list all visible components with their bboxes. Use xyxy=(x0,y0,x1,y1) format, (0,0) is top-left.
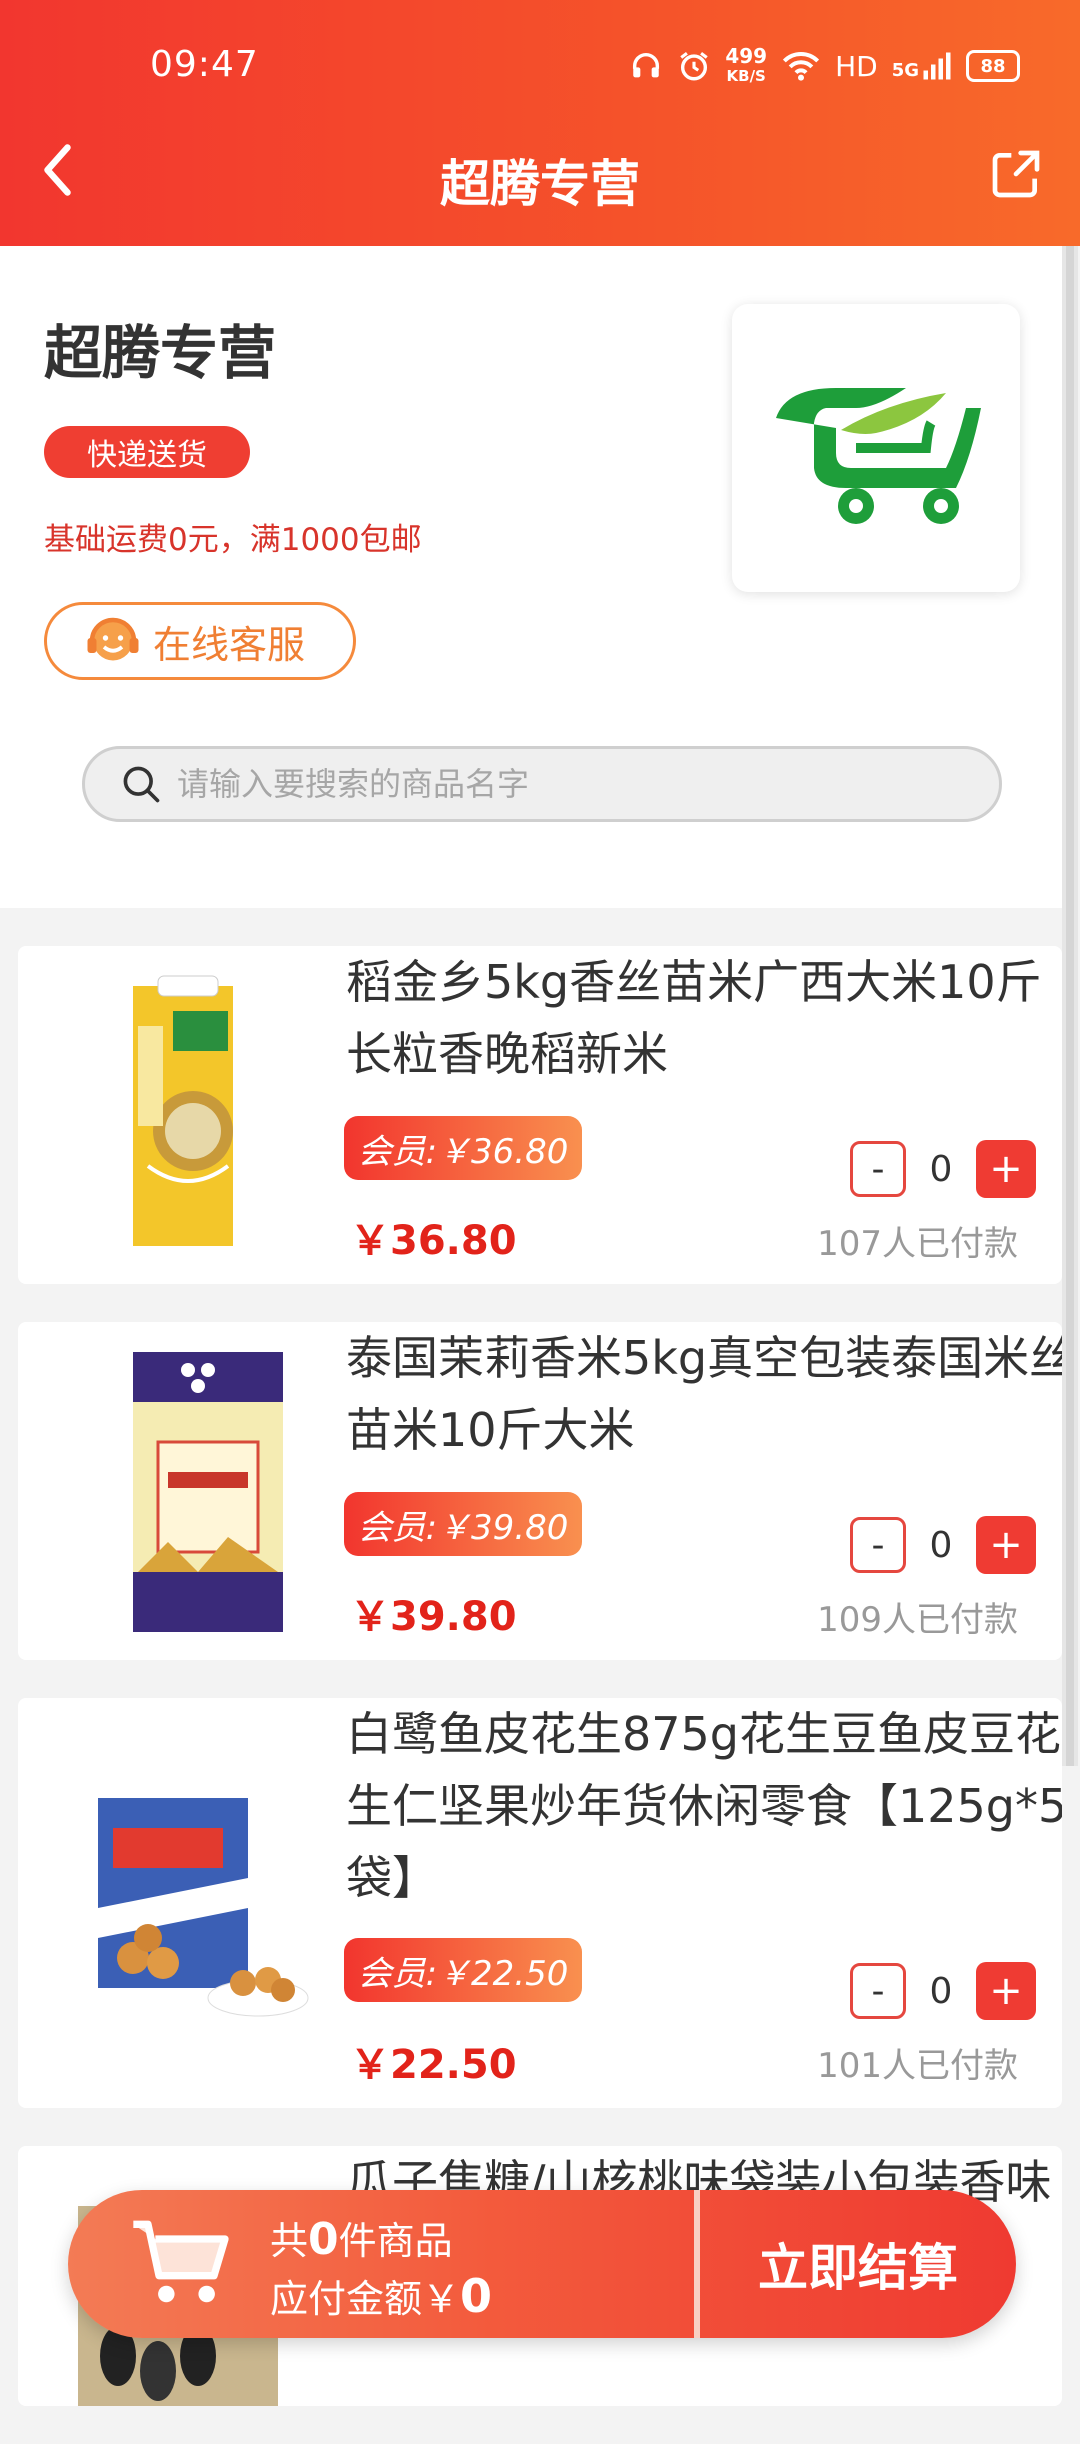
app-header: 09:47 499 KB/S HD 5G 88 超腾专营 xyxy=(0,0,1080,246)
checkout-button[interactable]: 立即结算 xyxy=(700,2190,1016,2338)
net-speed-value: 499 xyxy=(725,44,768,68)
status-icons: 499 KB/S HD 5G 88 xyxy=(629,46,1020,86)
signal-icon xyxy=(923,52,951,80)
product-card[interactable]: 泰国茉莉香米5kg真空包装泰国米丝苗米10斤大米 会员:￥39.80 ￥39.8… xyxy=(18,1322,1062,1660)
cart-count-value: 0 xyxy=(308,2214,339,2265)
net-speed: 499 KB/S xyxy=(725,46,767,86)
page-title: 超腾专营 xyxy=(440,155,640,213)
paid-count: 101人已付款 xyxy=(817,2046,1018,2086)
cart-amount: 应付金额￥0 xyxy=(270,2268,492,2323)
product-image-rice-bag[interactable] xyxy=(58,966,318,1266)
cart-count-suffix: 件商品 xyxy=(338,2219,453,2263)
battery-indicator: 88 xyxy=(966,50,1020,82)
quantity-value: 0 xyxy=(929,1970,953,2012)
member-price-tag: 会员:￥39.80 xyxy=(344,1492,582,1556)
online-service-button[interactable]: 在线客服 xyxy=(44,602,356,680)
signal-label: 5G xyxy=(891,60,919,81)
cart-item-count: 共0件商品 xyxy=(270,2210,453,2265)
alarm-icon xyxy=(680,52,708,81)
product-image-peanuts[interactable] xyxy=(58,1758,318,2058)
product-name[interactable]: 稻金乡5kg香丝苗米广西大米10斤长粒香晚稻新米 xyxy=(346,946,1062,1090)
share-icon[interactable] xyxy=(988,146,1044,202)
product-price: ￥39.80 xyxy=(350,1594,517,1640)
quantity-stepper: - 0 + xyxy=(850,1962,1036,2020)
product-price: ￥22.50 xyxy=(350,2042,517,2088)
paid-count: 107人已付款 xyxy=(817,1224,1018,1264)
status-bar: 09:47 499 KB/S HD 5G 88 xyxy=(0,0,1080,130)
status-time: 09:47 xyxy=(150,44,259,85)
headphone-icon xyxy=(633,53,660,78)
hd-indicator: HD xyxy=(835,49,878,83)
paid-count: 109人已付款 xyxy=(817,1600,1018,1640)
decrease-button[interactable]: - xyxy=(850,1963,906,2019)
member-price-tag: 会员:￥22.50 xyxy=(344,1938,582,2002)
decrease-button[interactable]: - xyxy=(850,1141,906,1197)
delivery-badge: 快递送货 xyxy=(44,426,250,478)
net-speed-unit: KB/S xyxy=(726,67,766,85)
search-input[interactable] xyxy=(175,764,979,804)
product-name[interactable]: 白鹭鱼皮花生875g花生豆鱼皮豆花生仁坚果炒年货休闲零食【125g*5袋】 xyxy=(346,1698,1062,1914)
cart-amount-label: 应付金额￥ xyxy=(270,2277,461,2321)
store-name: 超腾专营 xyxy=(44,319,277,387)
member-price-tag: 会员:￥36.80 xyxy=(344,1116,582,1180)
headset-icon xyxy=(87,617,139,661)
increase-button[interactable]: + xyxy=(976,1140,1036,1198)
store-logo xyxy=(732,304,1020,592)
online-service-label: 在线客服 xyxy=(153,622,306,667)
scrollbar-thumb[interactable] xyxy=(1066,246,1074,1766)
cart-count-prefix: 共 xyxy=(270,2219,309,2263)
cart-icon[interactable] xyxy=(126,2206,236,2316)
decrease-button[interactable]: - xyxy=(850,1517,906,1573)
signal-indicator: 5G xyxy=(892,51,952,81)
wifi-icon xyxy=(782,52,820,81)
shipping-note: 基础运费0元，满1000包邮 xyxy=(44,522,422,558)
quantity-value: 0 xyxy=(929,1524,953,1566)
product-card[interactable]: 白鹭鱼皮花生875g花生豆鱼皮豆花生仁坚果炒年货休闲零食【125g*5袋】 会员… xyxy=(18,1698,1062,2108)
search-icon xyxy=(123,766,160,803)
scrollbar[interactable] xyxy=(1062,246,1078,1766)
quantity-value: 0 xyxy=(929,1148,953,1190)
increase-button[interactable]: + xyxy=(976,1962,1036,2020)
product-card[interactable]: 稻金乡5kg香丝苗米广西大米10斤长粒香晚稻新米 会员:￥36.80 ￥36.8… xyxy=(18,946,1062,1284)
battery-level: 88 xyxy=(980,55,1006,77)
cart-amount-value: 0 xyxy=(460,2269,493,2323)
quantity-stepper: - 0 + xyxy=(850,1140,1036,1198)
nav-bar: 超腾专营 xyxy=(0,130,1080,246)
quantity-stepper: - 0 + xyxy=(850,1516,1036,1574)
product-name[interactable]: 泰国茉莉香米5kg真空包装泰国米丝苗米10斤大米 xyxy=(346,1322,1062,1466)
increase-button[interactable]: + xyxy=(976,1516,1036,1574)
search-bar[interactable] xyxy=(82,746,1002,822)
cart-bar: 共0件商品 应付金额￥0 立即结算 xyxy=(68,2190,1016,2338)
store-logo-image xyxy=(776,388,981,524)
store-info-panel: 超腾专营 快递送货 基础运费0元，满1000包邮 在线客服 xyxy=(0,246,1062,908)
product-price: ￥36.80 xyxy=(350,1218,517,1264)
product-image-jasmine-rice[interactable] xyxy=(58,1342,318,1642)
